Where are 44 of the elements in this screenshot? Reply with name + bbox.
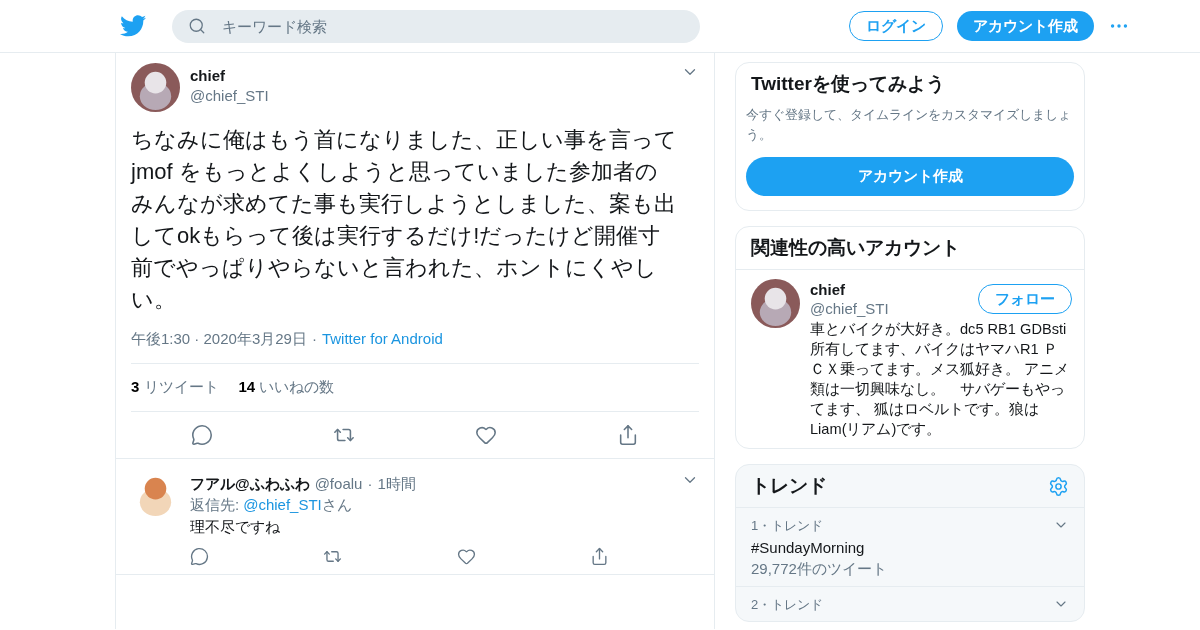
card-title: トレンド (751, 474, 827, 498)
reply-to-label: 返信先: (190, 496, 240, 515)
separator-dot: · (311, 330, 317, 349)
search-bar[interactable]: キーワード検索 (172, 9, 700, 43)
trend-name[interactable]: #SundayMorning (751, 539, 1053, 556)
signup-button[interactable]: アカウント作成 (957, 11, 1094, 41)
tweet-text: ちなみに俺はもう首になりました、正しい事を言ってjmof をもっとよくしようと思っていました参加者のみんなが求めてた事も実行しようとしました、案も出してokもらって後は実行するだけ!だったけど開催寸前でやっぱりやらないと言われた、ホントにくやしい。 (131, 126, 678, 314)
author-name[interactable]: chief (190, 67, 671, 84)
search-field[interactable]: キーワード検索 (220, 16, 684, 36)
heart-icon[interactable] (456, 547, 476, 566)
stat-text[interactable]: 3 リツイート (131, 378, 219, 397)
reply-author-handle[interactable]: @foalu (314, 475, 363, 492)
account-handle[interactable]: @chief_STI (810, 300, 968, 317)
source-link[interactable]: Twitter for Android (321, 330, 443, 349)
trend-count: 29,772件のツイート (751, 560, 888, 579)
login-button[interactable]: ログイン (849, 11, 943, 41)
trend-rank: 2・トレンド (751, 596, 825, 614)
reply-text: 理不尽ですね (190, 518, 281, 537)
card-title: 関連性の高いアカウント (750, 236, 961, 260)
follow-button[interactable]: フォロー (978, 284, 1072, 314)
separator-dot: · (367, 475, 373, 492)
trend-rank: 1・トレンド (751, 517, 825, 535)
account-bio: 車とバイクが大好き。dc5 RB1 GDBsti所有してます、バイクはヤマハR1 ＰＣＸ乗ってます。メス狐好き。 アニメ類は一切興味なし。 サバゲーもやってます、 狐はロベルトです。狼はLiam(リアム)です。 (810, 320, 1071, 439)
bird-logo[interactable] (120, 15, 146, 37)
search-icon[interactable] (188, 17, 206, 35)
share-icon[interactable] (590, 547, 609, 566)
account-name[interactable]: chief (810, 281, 968, 298)
reply-icon[interactable] (191, 424, 213, 446)
mention-link[interactable]: @chief_STI (243, 496, 322, 513)
signup-button[interactable]: アカウント作成 (746, 157, 1074, 196)
stat-text[interactable]: 14 いいねの数 (238, 378, 335, 397)
tweet-time: 午後1:30 · 2020年3月29日 (131, 330, 307, 349)
reply-age: 1時間 (377, 475, 416, 494)
author-handle[interactable]: @chief_STI (190, 87, 671, 104)
avatar[interactable] (131, 63, 180, 112)
signup-hint: 今すぐ登録して、タイムラインをカスタマイズしましょう。 (746, 106, 1072, 144)
reply-author-name[interactable]: フアル@ふわふわ (190, 475, 310, 494)
card-title: Twitterを使ってみよう (750, 72, 946, 96)
honorific-text: さん (321, 496, 352, 513)
share-icon[interactable] (617, 424, 639, 446)
settings-icon[interactable] (1048, 475, 1069, 497)
reply-icon[interactable] (190, 547, 209, 566)
avatar[interactable] (751, 279, 800, 328)
heart-icon[interactable] (475, 424, 497, 446)
